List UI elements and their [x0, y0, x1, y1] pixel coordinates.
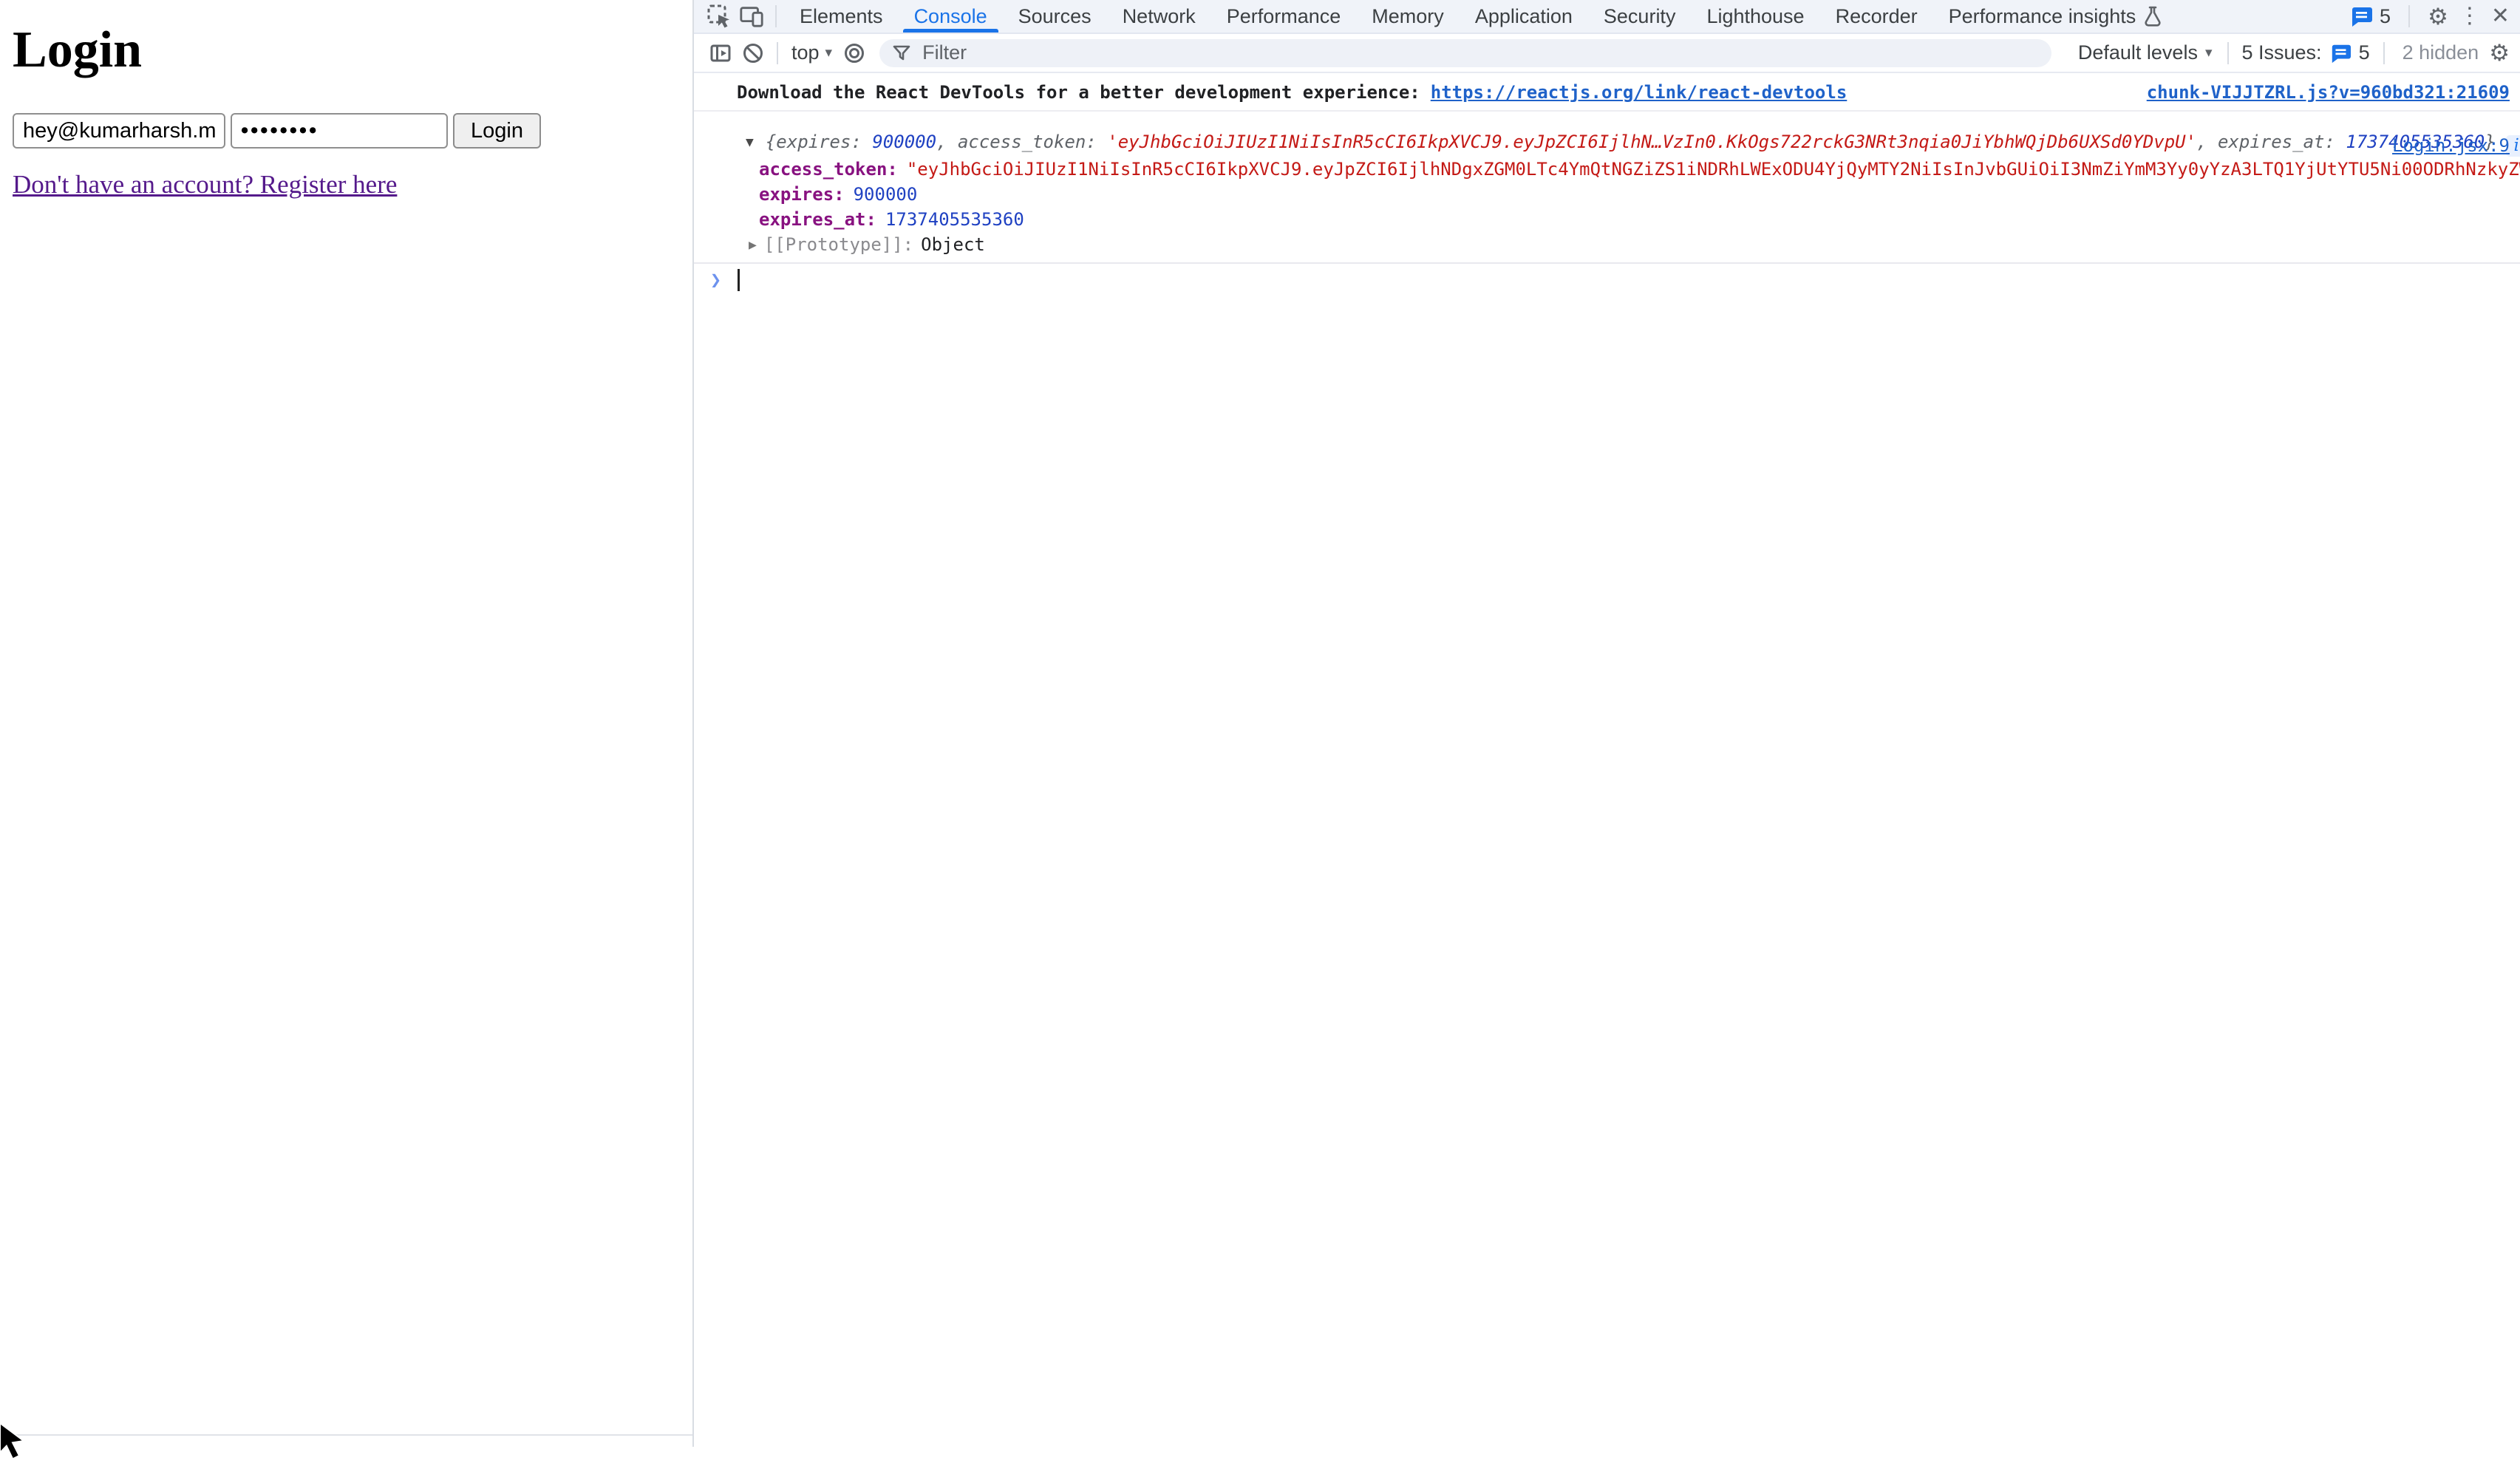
login-button[interactable]: Login	[453, 113, 541, 149]
more-options-icon[interactable]: ⋮	[2459, 5, 2481, 27]
tab-performance-insights[interactable]: Performance insights	[1933, 0, 2179, 33]
email-field[interactable]	[13, 113, 225, 149]
devtools-tabs: Elements Console Sources Network Perform…	[784, 0, 2178, 33]
tab-lighthouse[interactable]: Lighthouse	[1691, 0, 1819, 33]
console-sidebar-toggle-icon[interactable]	[707, 40, 734, 67]
expand-closed-icon[interactable]: ▶	[749, 237, 757, 253]
tab-console[interactable]: Console	[899, 0, 1003, 33]
react-devtools-link[interactable]: https://reactjs.org/link/react-devtools	[1431, 82, 1848, 103]
tab-performance[interactable]: Performance	[1211, 0, 1357, 33]
login-form: Login	[13, 113, 541, 149]
mouse-cursor	[0, 1422, 33, 1466]
source-link-chunk[interactable]: chunk-VIJJTZRL.js?v=960bd321:21609	[2147, 82, 2510, 103]
password-field[interactable]	[231, 113, 448, 149]
register-link[interactable]: Don't have an account? Register here	[13, 170, 397, 200]
message-text: Download the React DevTools for a better…	[737, 82, 1420, 103]
filter-input[interactable]	[921, 41, 2040, 65]
tab-recorder[interactable]: Recorder	[1820, 0, 1933, 33]
close-devtools-icon[interactable]: ✕	[2491, 5, 2510, 27]
hidden-messages-count: 2 hidden	[2392, 41, 2490, 64]
clear-console-icon[interactable]	[740, 40, 766, 67]
separator	[2383, 42, 2385, 64]
expand-open-icon[interactable]: ▼	[746, 134, 754, 150]
object-prop-expires-at: expires_at:1737405535360	[759, 207, 2520, 232]
tab-memory[interactable]: Memory	[1356, 0, 1460, 33]
console-toolbar: top ▾ Default levels ▾ 5 Issues:	[694, 34, 2520, 73]
text-cursor	[738, 269, 740, 291]
page-bottom-edge	[0, 1434, 692, 1436]
settings-gear-icon[interactable]: ⚙	[2428, 5, 2448, 28]
console-message-object: Login.jsx:9 ▼{expires: 900000, access_to…	[694, 129, 2520, 262]
prompt-chevron-icon: ❯	[710, 269, 721, 290]
flask-icon	[2143, 6, 2162, 27]
object-prop-expires: expires:900000	[759, 182, 2520, 207]
console-message-react-devtools: Download the React DevTools for a better…	[694, 75, 2520, 112]
issues-bubble-icon	[2329, 43, 2352, 64]
live-expression-eye-icon[interactable]	[841, 40, 868, 67]
chevron-down-icon: ▾	[825, 44, 833, 61]
issues-bubble-icon	[2349, 5, 2373, 27]
object-preview-row[interactable]: ▼{expires: 900000, access_token: 'eyJhbG…	[746, 129, 2520, 157]
console-settings-gear-icon[interactable]: ⚙	[2489, 41, 2510, 64]
page-title: Login	[13, 21, 142, 81]
separator	[2408, 5, 2410, 27]
object-prototype-row[interactable]: ▶[[Prototype]]:Object	[749, 232, 2520, 258]
tab-sources[interactable]: Sources	[1003, 0, 1107, 33]
device-toolbar-icon[interactable]	[739, 4, 764, 29]
console-prompt[interactable]: ❯	[694, 264, 2520, 296]
tab-network[interactable]: Network	[1107, 0, 1211, 33]
source-link-login-jsx[interactable]: Login.jsx:9	[2392, 135, 2510, 156]
issues-counter[interactable]: 5	[2349, 5, 2391, 28]
inspect-element-icon[interactable]	[706, 4, 732, 29]
issues-count: 5	[2380, 5, 2391, 28]
log-levels-selector[interactable]: Default levels ▾	[2071, 41, 2220, 64]
devtools-tabbar: Elements Console Sources Network Perform…	[694, 0, 2520, 34]
tabbar-right-controls: 5 ⚙ ⋮ ✕	[2349, 5, 2510, 28]
tab-elements[interactable]: Elements	[784, 0, 899, 33]
login-page: Login Login Don't have an account? Regis…	[0, 0, 692, 1447]
object-prop-access-token: access_token:"eyJhbGciOiJIUzI1NiIsInR5cC…	[759, 157, 2520, 182]
issues-toolbar-counter[interactable]: 5 Issues: 5	[2236, 41, 2376, 64]
tab-application[interactable]: Application	[1460, 0, 1588, 33]
devtools-panel: Elements Console Sources Network Perform…	[692, 0, 2520, 1447]
separator	[2227, 42, 2229, 64]
context-selector[interactable]: top ▾	[786, 41, 838, 64]
separator	[777, 42, 778, 64]
tab-security[interactable]: Security	[1588, 0, 1692, 33]
filter-box[interactable]	[879, 39, 2051, 67]
console-log: Download the React DevTools for a better…	[694, 75, 2520, 1447]
separator	[775, 5, 777, 27]
filter-funnel-icon	[891, 43, 912, 64]
chevron-down-icon: ▾	[2205, 44, 2213, 61]
